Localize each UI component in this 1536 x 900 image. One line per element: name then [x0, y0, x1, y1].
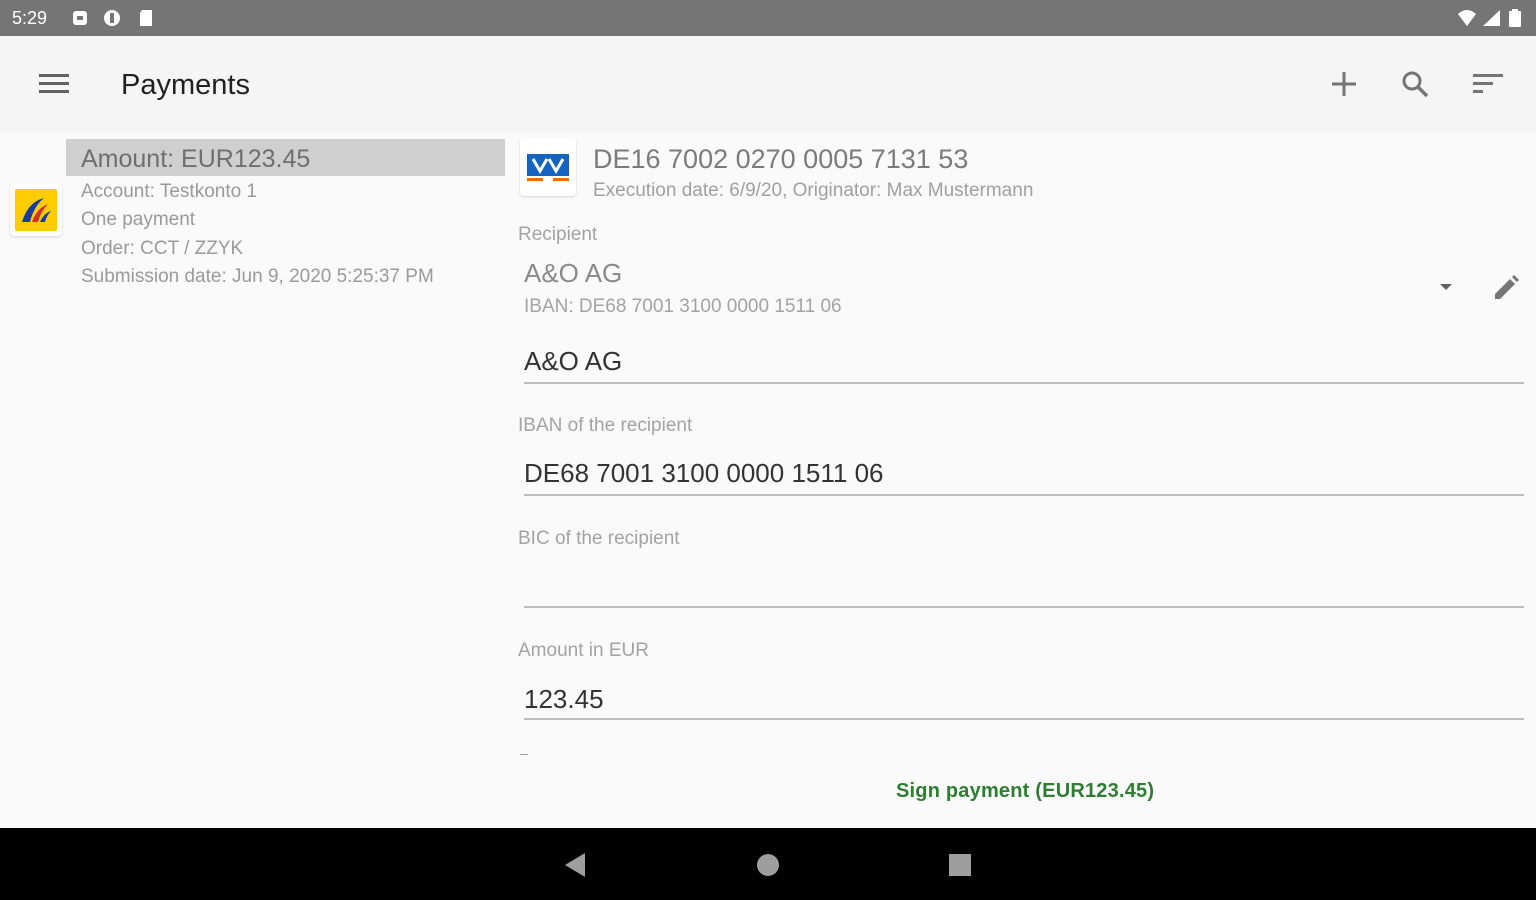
- battery-icon: [1509, 9, 1521, 27]
- volksbank-logo-icon: [527, 154, 569, 181]
- payment-amount-header: Amount: EUR123.45: [66, 139, 505, 176]
- app-bar: Payments: [0, 36, 1536, 132]
- execution-info: Execution date: 6/9/20, Originator: Max …: [593, 180, 1034, 201]
- payment-detail: DE16 7002 0270 0005 7131 53 Execution da…: [508, 132, 1536, 828]
- sign-payment-button[interactable]: Sign payment (EUR123.45): [896, 780, 1154, 803]
- notification-icon: [73, 11, 87, 25]
- payment-order: Order: CCT / ZZYK: [81, 238, 244, 259]
- recipient-selector[interactable]: A&O AG IBAN: DE68 7001 3100 0000 1511 06: [508, 250, 1468, 330]
- status-time: 5:29: [12, 8, 48, 28]
- amount-input: 123.45: [524, 684, 604, 714]
- sort-button[interactable]: [1468, 64, 1508, 104]
- sort-icon: [1473, 74, 1503, 93]
- signal-icon: [1483, 10, 1500, 26]
- bank-logo-icon: [15, 189, 57, 231]
- payment-account: Account: Testkonto 1: [81, 181, 258, 202]
- menu-icon: [39, 74, 69, 93]
- add-icon: [1332, 72, 1356, 96]
- app-notification-icon: [104, 10, 120, 26]
- iban-field[interactable]: DE68 7001 3100 0000 1511 06: [524, 454, 1524, 496]
- recipient-label: Recipient: [518, 224, 598, 245]
- dropdown-icon: [1440, 284, 1452, 290]
- amount-label: Amount in EUR: [518, 640, 649, 661]
- divider-mark: [520, 754, 528, 755]
- home-icon[interactable]: [756, 853, 780, 877]
- payment-amount: Amount: EUR123.45: [81, 145, 311, 173]
- amount-field[interactable]: 123.45: [524, 678, 1524, 720]
- payment-type: One payment: [81, 209, 196, 230]
- recipient-name-input: A&O AG: [524, 346, 623, 376]
- status-bar: 5:29: [0, 0, 1536, 36]
- search-icon: [1402, 71, 1429, 98]
- menu-button[interactable]: [34, 64, 74, 104]
- page-title: Payments: [121, 69, 250, 101]
- edit-icon: [1495, 275, 1519, 299]
- account-iban: DE16 7002 0270 0005 7131 53: [593, 144, 969, 174]
- add-payment-button[interactable]: [1324, 64, 1364, 104]
- recipient-name: A&O AG: [524, 258, 623, 288]
- navigation-bar: [0, 828, 1536, 900]
- iban-input: DE68 7001 3100 0000 1511 06: [524, 458, 884, 488]
- bic-label: BIC of the recipient: [518, 528, 680, 549]
- wifi-icon: [1458, 10, 1476, 26]
- recents-icon[interactable]: [948, 853, 972, 877]
- recipient-name-field[interactable]: A&O AG: [524, 342, 1524, 384]
- account-bank-logo: [520, 138, 576, 196]
- bic-field[interactable]: [524, 566, 1524, 608]
- search-button[interactable]: [1395, 64, 1435, 104]
- bank-logo: [10, 184, 62, 236]
- recipient-iban: IBAN: DE68 7001 3100 0000 1511 06: [524, 296, 842, 317]
- edit-recipient-button[interactable]: [1486, 268, 1526, 308]
- iban-label: IBAN of the recipient: [518, 415, 693, 436]
- back-icon[interactable]: [563, 852, 587, 878]
- payment-list-item[interactable]: Amount: EUR123.45 Account: Testkonto 1 O…: [0, 132, 508, 302]
- sd-card-icon: [140, 10, 152, 26]
- payment-submission-date: Submission date: Jun 9, 2020 5:25:37 PM: [81, 266, 434, 287]
